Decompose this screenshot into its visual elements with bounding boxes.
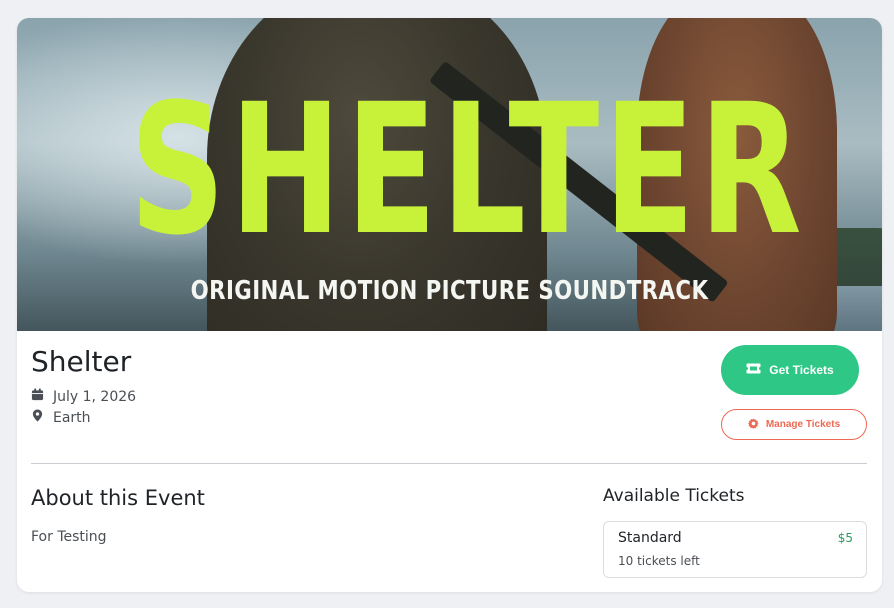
map-pin-icon [31,409,44,426]
section-divider [31,463,867,464]
event-date: July 1, 2026 [31,388,136,405]
calendar-icon [31,388,44,405]
event-date-text: July 1, 2026 [53,388,137,405]
ticket-name: Standard [618,530,682,546]
get-tickets-button[interactable]: Get Tickets [721,345,859,395]
about-heading: About this Event [31,486,205,510]
banner-subtitle: ORIGINAL MOTION PICTURE SOUNDTRACK [190,276,709,306]
ticket-icon [746,363,761,377]
banner-title: SHELTER [129,66,807,275]
ticket-remaining: 10 tickets left [618,554,700,568]
ticket-price: $5 [837,531,853,545]
get-tickets-label: Get Tickets [769,363,834,377]
available-tickets-heading: Available Tickets [603,486,745,506]
about-description: For Testing [31,529,107,545]
event-card: SHELTER ORIGINAL MOTION PICTURE SOUNDTRA… [17,18,882,592]
event-location-text: Earth [53,409,91,426]
manage-tickets-button[interactable]: Manage Tickets [721,409,867,440]
gear-icon [747,417,759,432]
event-location: Earth [31,409,91,426]
event-title: Shelter [31,345,132,378]
ticket-option-standard[interactable]: Standard $5 10 tickets left [603,521,867,578]
event-banner-image: SHELTER ORIGINAL MOTION PICTURE SOUNDTRA… [17,18,882,331]
manage-tickets-label: Manage Tickets [765,419,841,430]
